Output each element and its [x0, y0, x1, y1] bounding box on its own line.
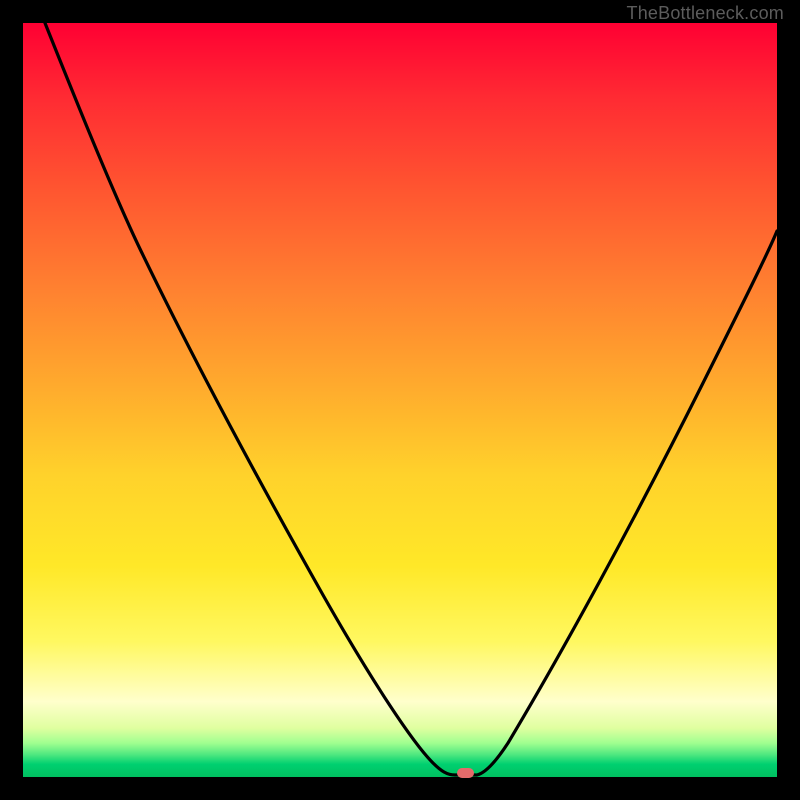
optimum-marker [457, 768, 474, 778]
watermark-text: TheBottleneck.com [627, 3, 784, 24]
bottleneck-line-chart [23, 23, 777, 777]
curve-path [45, 23, 777, 775]
